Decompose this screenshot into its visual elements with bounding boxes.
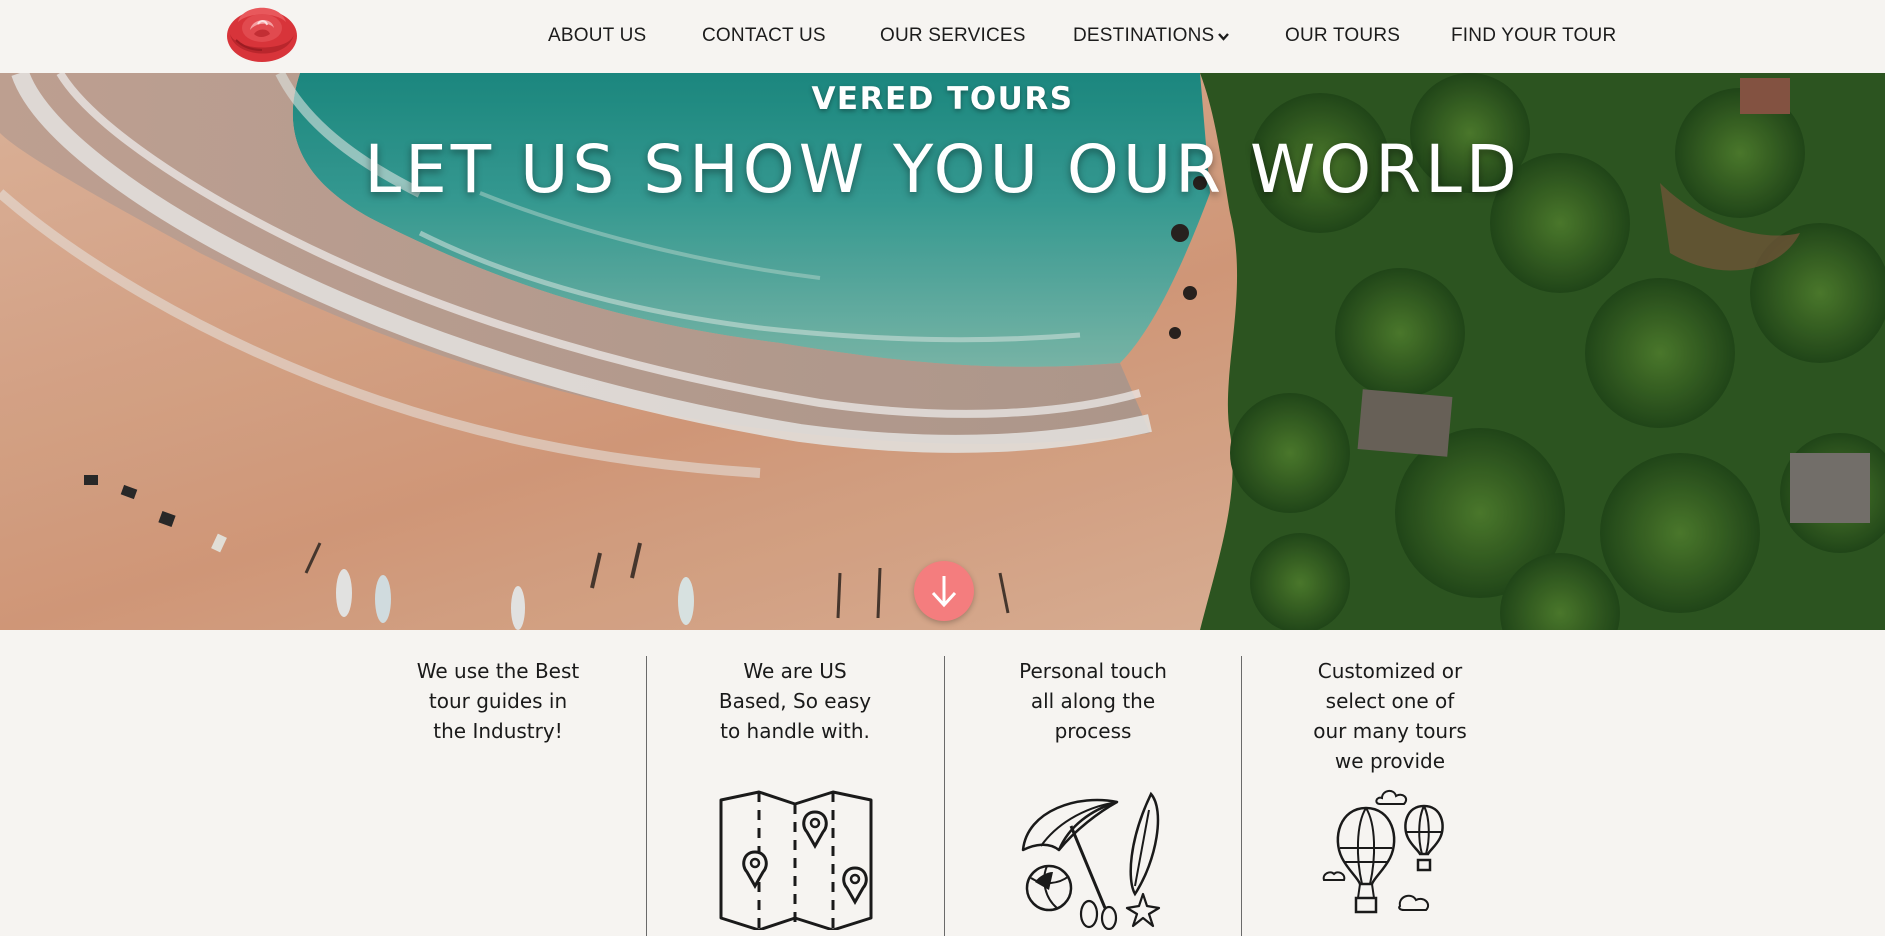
nav-find-your-tour[interactable]: FIND YOUR TOUR (1451, 22, 1616, 50)
nav-our-tours[interactable]: OUR TOURS (1285, 22, 1400, 50)
nav-contact-us[interactable]: CONTACT US (702, 22, 826, 50)
scroll-down-button[interactable] (914, 561, 974, 621)
hero-banner: VERED TOURS LET US SHOW YOU OUR WORLD (0, 73, 1885, 630)
feature-personal-touch: Personal touch all along the process (945, 630, 1241, 930)
feature-us-based: We are US Based, So easy to handle with. (647, 630, 943, 930)
nav-our-services[interactable]: OUR SERVICES (880, 22, 1026, 50)
feature-customized-tours: Customized or select one of our many tou… (1242, 630, 1538, 928)
rose-logo-icon[interactable] (224, 0, 300, 64)
hero-brand-name: VERED TOURS (811, 81, 1074, 117)
feature-text: Customized or select one of our many tou… (1313, 659, 1467, 773)
hot-air-balloons-icon (1322, 790, 1444, 914)
feature-text: Personal touch all along the process (1019, 659, 1167, 743)
chevron-down-icon (1218, 22, 1230, 50)
nav-destinations[interactable]: DESTINATIONS (1073, 22, 1230, 50)
feature-text: We are US Based, So easy to handle with. (718, 659, 872, 743)
map-pins-icon (719, 790, 873, 930)
feature-text: We use the Best tour guides in the Indus… (416, 659, 580, 743)
hero-title: LET US SHOW YOU OUR WORLD (364, 131, 1521, 208)
beach-icon (1021, 791, 1161, 930)
site-header: ABOUT US CONTACT US OUR SERVICES DESTINA… (0, 0, 1885, 73)
nav-about-us[interactable]: ABOUT US (548, 22, 646, 50)
arrow-down-icon (931, 576, 957, 608)
features-section: We use the Best tour guides in the Indus… (0, 630, 1885, 936)
feature-tour-guides: We use the Best tour guides in the Indus… (350, 630, 646, 928)
